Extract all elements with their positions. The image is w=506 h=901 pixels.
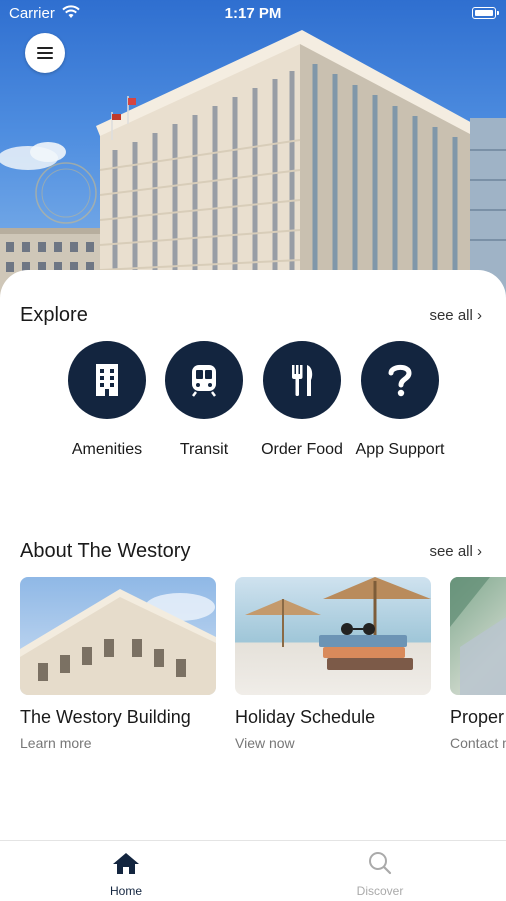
explore-item-order-food[interactable]: Order Food bbox=[252, 341, 352, 459]
card-westory-building[interactable]: The Westory Building Learn more bbox=[20, 577, 216, 751]
card-title: Holiday Schedule bbox=[235, 707, 376, 727]
status-bar: Carrier 1:17 PM bbox=[0, 0, 506, 28]
clock: 1:17 PM bbox=[224, 5, 282, 22]
explore-title: Explore bbox=[20, 304, 88, 326]
card-title: The Westory Building bbox=[20, 707, 191, 727]
fork-knife-icon bbox=[263, 341, 341, 419]
card-property[interactable]: Proper Contact m bbox=[450, 577, 506, 751]
card-subtitle: View now bbox=[235, 735, 295, 751]
home-icon bbox=[113, 853, 139, 874]
explore-item-label: Transit bbox=[179, 441, 229, 458]
explore-item-amenities[interactable]: Amenities bbox=[57, 341, 157, 459]
menu-button[interactable] bbox=[25, 33, 65, 73]
question-icon bbox=[361, 341, 439, 419]
explore-item-app-support[interactable]: App Support bbox=[350, 341, 450, 459]
tab-label: Home bbox=[109, 884, 142, 898]
card-image bbox=[20, 577, 216, 695]
hamburger-icon bbox=[37, 47, 53, 60]
battery-icon bbox=[472, 7, 499, 19]
explore-item-label: Amenities bbox=[71, 441, 143, 458]
explore-item-transit[interactable]: Transit bbox=[154, 341, 254, 459]
card-subtitle: Learn more bbox=[20, 735, 92, 751]
hero-image bbox=[0, 0, 506, 300]
search-icon bbox=[369, 852, 392, 875]
about-title: About The Westory bbox=[20, 540, 191, 562]
tab-home[interactable]: Home bbox=[66, 851, 186, 898]
explore-see-all-link[interactable]: see all › bbox=[429, 307, 482, 324]
tab-label: Discover bbox=[356, 884, 404, 898]
card-subtitle: Contact m bbox=[450, 735, 506, 751]
tab-bar: Home Discover bbox=[0, 840, 506, 901]
card-holiday-schedule[interactable]: Holiday Schedule View now bbox=[235, 577, 431, 751]
tab-discover[interactable]: Discover bbox=[320, 851, 440, 898]
train-icon bbox=[165, 341, 243, 419]
explore-item-label: App Support bbox=[355, 441, 445, 458]
building-icon bbox=[68, 341, 146, 419]
card-title: Proper bbox=[450, 707, 505, 727]
card-image bbox=[450, 577, 506, 695]
about-see-all-link[interactable]: see all › bbox=[429, 543, 482, 560]
card-image bbox=[235, 577, 431, 695]
explore-item-label: Order Food bbox=[261, 441, 343, 458]
